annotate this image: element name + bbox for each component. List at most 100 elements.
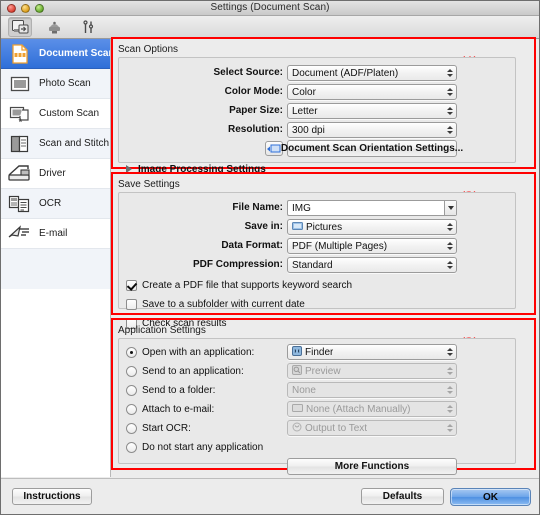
sidebar-item-label: OCR xyxy=(39,198,62,209)
send-to-folder-dropdown[interactable]: None xyxy=(287,382,457,398)
select-source-label: Select Source: xyxy=(213,67,283,78)
resolution-dropdown[interactable]: 300 dpi xyxy=(287,122,457,138)
open-with-application-radio[interactable]: Open with an application: xyxy=(126,345,254,359)
sidebar-item-label: Scan and Stitch xyxy=(39,138,110,149)
scan-options-title: Scan Options xyxy=(118,44,179,55)
file-name-label: File Name: xyxy=(232,202,283,213)
window-titlebar: Settings (Document Scan) xyxy=(1,1,539,16)
ok-button[interactable]: OK xyxy=(450,488,531,506)
settings-content: (1) Scan Options Select Source: Document… xyxy=(111,37,539,477)
chevron-updown-icon xyxy=(446,346,453,358)
chevron-updown-icon xyxy=(446,124,453,136)
create-searchable-pdf-checkbox[interactable]: Create a PDF file that supports keyword … xyxy=(126,278,352,292)
open-with-application-dropdown[interactable]: Finder xyxy=(287,344,457,360)
radio-dot xyxy=(126,384,137,396)
sidebar-item-driver[interactable]: Driver xyxy=(1,159,110,189)
sidebar-item-label: Driver xyxy=(39,168,66,179)
color-mode-dropdown[interactable]: Color xyxy=(287,84,457,100)
checkbox-box xyxy=(126,279,137,291)
radio-label: Start OCR: xyxy=(142,422,191,434)
sidebar-item-ocr[interactable]: OCR xyxy=(1,189,110,219)
select-source-dropdown[interactable]: Document (ADF/Platen) xyxy=(287,65,457,81)
footer-bar: Instructions Defaults OK xyxy=(1,478,539,514)
application-settings-icon[interactable] xyxy=(76,17,100,37)
folder-icon xyxy=(292,403,303,415)
data-format-label: Data Format: xyxy=(221,240,283,251)
save-in-value: Pictures xyxy=(306,221,343,233)
document-scan-orientation-settings-button[interactable]: Document Scan Orientation Settings... xyxy=(281,140,463,157)
scan-and-stitch-icon xyxy=(7,133,33,155)
sidebar-item-document-scan[interactable]: Document Scan xyxy=(1,39,110,69)
do-not-start-any-application-radio[interactable]: Do not start any application xyxy=(126,440,263,454)
sidebar-item-photo-scan[interactable]: Photo Scan xyxy=(1,69,110,99)
radio-dot xyxy=(126,346,137,358)
chevron-updown-icon xyxy=(446,221,453,233)
driver-icon xyxy=(7,163,33,185)
sidebar-item-label: E-mail xyxy=(39,228,68,239)
paper-size-dropdown[interactable]: Letter xyxy=(287,103,457,119)
chevron-updown-icon xyxy=(446,240,453,252)
pdf-compression-dropdown[interactable]: Standard xyxy=(287,257,457,273)
start-ocr-dropdown[interactable]: Output to Text xyxy=(287,420,457,436)
orientation-icon xyxy=(267,144,281,152)
application-settings-body: Open with an application: Finder Send to… xyxy=(118,338,516,475)
chevron-updown-icon xyxy=(446,422,453,434)
send-to-application-dropdown[interactable]: Preview xyxy=(287,363,457,379)
sidebar-item-label: Custom Scan xyxy=(39,108,100,119)
chevron-right-icon xyxy=(126,165,132,173)
data-format-value: PDF (Multiple Pages) xyxy=(292,240,388,252)
save-settings-icon[interactable] xyxy=(42,17,66,37)
chevron-updown-icon xyxy=(446,86,453,98)
paper-size-label: Paper Size: xyxy=(229,105,283,116)
file-name-input[interactable]: IMG xyxy=(287,200,457,216)
attach-to-email-value: None (Attach Manually) xyxy=(306,403,411,415)
image-processing-settings-disclosure[interactable]: Image Processing Settings xyxy=(126,162,266,176)
radio-label: Open with an application: xyxy=(142,346,255,358)
save-in-dropdown[interactable]: Pictures xyxy=(287,219,457,235)
finder-icon xyxy=(292,345,302,359)
sidebar-item-label: Photo Scan xyxy=(39,78,91,89)
sidebar-item-custom-scan[interactable]: Custom Scan xyxy=(1,99,110,129)
paper-size-value: Letter xyxy=(292,105,318,117)
start-ocr-value: Output to Text xyxy=(305,422,368,434)
attach-to-email-dropdown[interactable]: None (Attach Manually) xyxy=(287,401,457,417)
send-to-folder-radio[interactable]: Send to a folder: xyxy=(126,383,215,397)
start-ocr-radio[interactable]: Start OCR: xyxy=(126,421,191,435)
more-functions-button[interactable]: More Functions xyxy=(287,458,457,475)
photo-scan-icon xyxy=(7,73,33,95)
select-source-value: Document (ADF/Platen) xyxy=(292,67,399,79)
radio-dot xyxy=(126,403,137,415)
sidebar-filler-bottom xyxy=(1,289,110,477)
chevron-down-icon[interactable] xyxy=(444,201,456,215)
open-with-application-value: Finder xyxy=(305,346,334,358)
instructions-button[interactable]: Instructions xyxy=(12,488,92,505)
sidebar-item-email[interactable]: E-mail xyxy=(1,219,110,249)
chevron-updown-icon xyxy=(446,365,453,377)
chevron-updown-icon xyxy=(446,259,453,271)
settings-window: Settings (Document Scan) Document Scan P… xyxy=(0,0,540,515)
document-scan-icon xyxy=(7,43,33,65)
scan-settings-icon[interactable] xyxy=(8,17,32,37)
checkbox-label: Create a PDF file that supports keyword … xyxy=(142,279,353,291)
resolution-label: Resolution: xyxy=(228,124,283,135)
chevron-updown-icon xyxy=(446,384,453,396)
defaults-button[interactable]: Defaults xyxy=(361,488,444,505)
radio-dot xyxy=(126,422,137,434)
sidebar-item-scan-and-stitch[interactable]: Scan and Stitch xyxy=(1,129,110,159)
folder-icon xyxy=(292,221,303,233)
save-in-label: Save in: xyxy=(244,221,283,232)
radio-label: Attach to e-mail: xyxy=(142,403,215,415)
checkbox-label: Save to a subfolder with current date xyxy=(142,298,305,310)
radio-dot xyxy=(126,365,137,377)
send-to-application-value: Preview xyxy=(305,365,341,377)
sidebar: Document Scan Photo Scan Custom Scan Sca… xyxy=(1,39,111,477)
save-to-subfolder-checkbox[interactable]: Save to a subfolder with current date xyxy=(126,297,305,311)
text-icon xyxy=(292,422,302,435)
radio-label: Send to an application: xyxy=(142,365,244,377)
chevron-updown-icon xyxy=(446,403,453,415)
attach-to-email-radio[interactable]: Attach to e-mail: xyxy=(126,402,214,416)
scan-options-body: Select Source: Document (ADF/Platen) Col… xyxy=(118,57,516,175)
send-to-application-radio[interactable]: Send to an application: xyxy=(126,364,244,378)
data-format-dropdown[interactable]: PDF (Multiple Pages) xyxy=(287,238,457,254)
save-settings-title: Save Settings xyxy=(118,179,180,190)
